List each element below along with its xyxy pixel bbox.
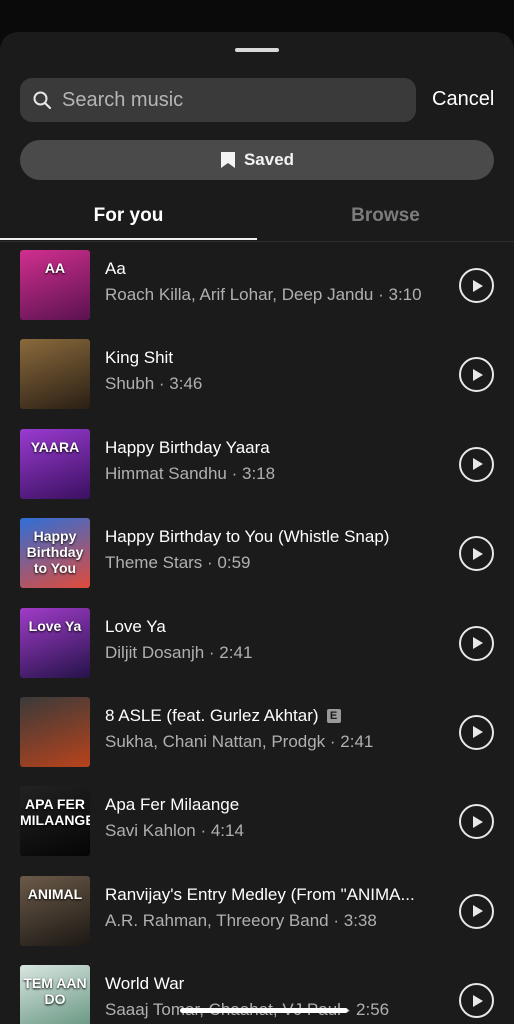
album-art: Love Ya	[20, 607, 90, 678]
track-title: Apa Fer Milaange	[105, 795, 240, 815]
track-subtitle: Diljit Dosanjh · 2:41	[105, 642, 253, 662]
active-tab-indicator	[0, 238, 257, 240]
track-title-row: Ranvijay's Entry Medley (From "ANIMA...	[105, 885, 450, 905]
explicit-badge: E	[326, 708, 341, 723]
play-icon	[472, 458, 483, 471]
track-subtitle: Sukha, Chani Nattan, Prodgk · 2:41	[105, 731, 374, 751]
album-art-text: YAARA	[30, 438, 80, 455]
track-row[interactable]: YAARA Happy Birthday Yaara Himmat Sandhu ·…	[0, 420, 514, 509]
search-icon	[33, 91, 52, 110]
album-art-text: APA FER MILAANGE	[20, 796, 90, 829]
track-subtitle: Himmat Sandhu · 3:18	[105, 463, 276, 483]
track-subtitle: Savi Kahlon · 4:14	[105, 821, 244, 841]
play-icon	[472, 726, 483, 739]
home-indicator	[180, 1008, 348, 1013]
play-button[interactable]	[459, 268, 494, 303]
album-art: AA	[20, 250, 90, 320]
track-row[interactable]: TEM AAN DO World WarSaaaj Tomar, Chaahat,…	[0, 956, 514, 1024]
play-icon	[472, 368, 483, 381]
play-icon	[472, 279, 483, 292]
track-row[interactable]: Love Ya Love Ya Diljit Dosanjh · 2:41	[0, 599, 514, 688]
track-info: Apa Fer Milaange Savi Kahlon · 4:14	[105, 795, 450, 841]
track-title-row: Happy Birthday Yaara	[105, 438, 450, 458]
tab-for-you[interactable]: For you	[0, 192, 257, 240]
track-row[interactable]: King Shit Shubh · 3:46	[0, 330, 514, 419]
track-row[interactable]: AA Aa Roach Killa, Arif Lohar, Deep Jandu …	[0, 241, 514, 330]
album-art	[20, 339, 90, 410]
search-input[interactable]	[60, 87, 394, 113]
music-picker-sheet: Cancel Saved For you Browse AA Aa Roach Ki…	[0, 32, 514, 1024]
track-title: King Shit	[105, 348, 174, 368]
play-button[interactable]	[459, 357, 494, 393]
album-art-text: ANIMAL	[27, 885, 83, 902]
play-button[interactable]	[459, 625, 494, 661]
play-icon	[472, 994, 483, 1007]
track-title: Happy Birthday Yaara	[105, 437, 270, 457]
track-title: Ranvijay's Entry Medley (From "ANIMA...	[105, 884, 415, 904]
track-info: Happy Birthday to You (Whistle Snap) Them…	[105, 527, 450, 573]
track-title: Happy Birthday to You (Whistle Snap)	[105, 527, 390, 547]
sheet-grabber[interactable]	[235, 48, 279, 52]
play-icon	[472, 637, 483, 650]
play-button[interactable]	[459, 893, 494, 929]
track-subtitle: A.R. Rahman, Threeory Band · 3:38	[105, 910, 377, 930]
album-art-text: Happy Birthday to You	[26, 528, 84, 577]
track-title-row: World War	[105, 974, 450, 994]
track-list: AA Aa Roach Killa, Arif Lohar, Deep Jandu …	[0, 241, 514, 1024]
track-title: Aa	[105, 259, 126, 278]
album-art: YAARA	[20, 428, 90, 499]
play-button[interactable]	[459, 714, 494, 750]
track-info: Happy Birthday Yaara Himmat Sandhu · 3:18	[105, 438, 450, 484]
album-art-text: AA	[44, 260, 66, 276]
cancel-button[interactable]: Cancel	[432, 88, 494, 111]
track-subtitle: Theme Stars · 0:59	[105, 553, 251, 573]
track-subtitle: Shubh · 3:46	[105, 374, 203, 394]
search-bar[interactable]	[20, 78, 416, 122]
track-title-row: Happy Birthday to You (Whistle Snap)	[105, 527, 450, 547]
tab-bar: For you Browse	[0, 192, 514, 242]
play-button[interactable]	[459, 983, 494, 1019]
play-button[interactable]	[459, 446, 494, 482]
play-button[interactable]	[459, 536, 494, 572]
track-title: Love Ya	[105, 616, 166, 636]
track-info: Ranvijay's Entry Medley (From "ANIMA... A…	[105, 885, 450, 931]
track-title-row: Apa Fer Milaange	[105, 795, 450, 815]
bookmark-icon	[220, 152, 235, 168]
track-title-row: Love Ya	[105, 617, 450, 637]
track-row[interactable]: 8 ASLE (feat. Gurlez Akhtar) E Sukha, Chan…	[0, 688, 514, 777]
saved-button[interactable]: Saved	[20, 140, 494, 180]
track-row[interactable]: ANIMAL Ranvijay's Entry Medley (From "ANI…	[0, 867, 514, 956]
track-title: 8 ASLE (feat. Gurlez Akhtar)	[105, 705, 319, 725]
play-button[interactable]	[459, 804, 494, 840]
album-art: TEM AAN DO	[20, 965, 90, 1024]
play-icon	[472, 815, 483, 828]
album-art: APA FER MILAANGE	[20, 786, 90, 857]
track-info: Aa Roach Killa, Arif Lohar, Deep Jandu · …	[105, 259, 450, 305]
tab-browse[interactable]: Browse	[257, 192, 514, 240]
album-art: Happy Birthday to You	[20, 518, 90, 589]
saved-label: Saved	[243, 150, 295, 169]
play-icon	[472, 905, 483, 918]
track-title-row: 8 ASLE (feat. Gurlez Akhtar) E	[105, 706, 450, 726]
track-subtitle: Roach Killa, Arif Lohar, Deep Jandu · 3:…	[105, 285, 422, 304]
track-title-row: Aa	[105, 259, 450, 279]
track-row[interactable]: APA FER MILAANGE Apa Fer Milaange Savi Kah…	[0, 777, 514, 866]
track-title: World War	[105, 974, 185, 994]
album-art-text: TEM AAN DO	[23, 975, 87, 1008]
album-art: ANIMAL	[20, 875, 90, 946]
play-icon	[472, 547, 483, 560]
album-art	[20, 696, 90, 767]
track-row[interactable]: Happy Birthday to You Happy Birthday to Y…	[0, 509, 514, 598]
track-info: 8 ASLE (feat. Gurlez Akhtar) E Sukha, Chan…	[105, 706, 450, 752]
album-art-text: Love Ya	[28, 617, 82, 634]
track-info: King Shit Shubh · 3:46	[105, 348, 450, 394]
track-info: Love Ya Diljit Dosanjh · 2:41	[105, 617, 450, 663]
track-title-row: King Shit	[105, 348, 450, 368]
track-info: World WarSaaaj Tomar, Chaahat, VJ Paul ·…	[105, 974, 450, 1020]
